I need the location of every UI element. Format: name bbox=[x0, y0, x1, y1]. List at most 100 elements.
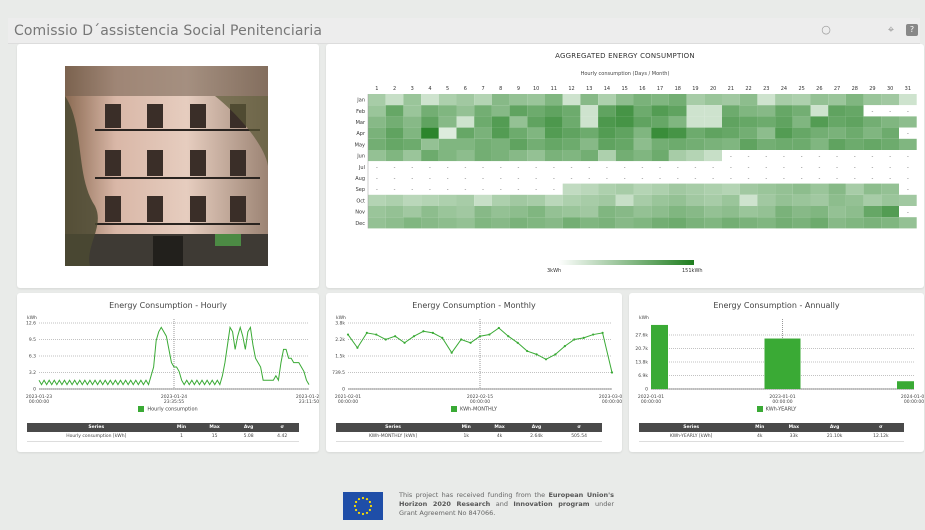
heatmap-cell bbox=[545, 105, 563, 117]
heatmap-cell bbox=[491, 217, 510, 229]
heatmap-cell-missing: - bbox=[907, 210, 909, 216]
monthly-legend[interactable]: KWh-MONTHLY bbox=[326, 406, 622, 413]
heatmap-cell bbox=[633, 127, 652, 139]
x-tick-time: 00:00:00 bbox=[602, 399, 622, 405]
heatmap-cell bbox=[863, 94, 882, 106]
heatmap-cell bbox=[474, 150, 492, 162]
heatmap-cell-missing: - bbox=[748, 154, 750, 160]
heatmap-cell bbox=[509, 206, 528, 218]
heatmap-cell bbox=[704, 217, 722, 229]
heatmap-day-label: 31 bbox=[905, 86, 911, 92]
th-avg: Avg bbox=[231, 423, 266, 432]
data-point bbox=[507, 335, 510, 338]
heatmap-cell-missing: - bbox=[553, 165, 555, 171]
heatmap-cell-missing: - bbox=[783, 176, 785, 182]
heatmap-cell bbox=[633, 194, 652, 206]
heatmap-cell bbox=[580, 183, 599, 195]
heatmap-cell-missing: - bbox=[535, 165, 537, 171]
annual-legend[interactable]: KWh-YEARLY bbox=[629, 406, 924, 413]
heatmap-cell bbox=[580, 138, 599, 150]
td-min: 1k bbox=[450, 432, 483, 442]
eu-star bbox=[354, 508, 358, 512]
heatmap-cell bbox=[668, 183, 687, 195]
heatmap-cell bbox=[545, 150, 563, 162]
heatmap-cell bbox=[739, 217, 758, 229]
heatmap-cell bbox=[474, 94, 492, 106]
heatmap-cell bbox=[739, 138, 758, 150]
td-sigma: 4.42 bbox=[265, 432, 299, 442]
heatmap-cell bbox=[633, 206, 652, 218]
heatmap-month-label: Jul bbox=[358, 165, 365, 171]
heatmap-cell bbox=[810, 94, 829, 106]
heatmap-cell bbox=[615, 194, 634, 206]
heatmap-cell-missing: - bbox=[695, 176, 697, 182]
info-icon[interactable]: ? bbox=[906, 24, 918, 36]
heatmap-cell bbox=[527, 116, 545, 128]
heatmap-day-label: 23 bbox=[763, 86, 769, 92]
fullscreen-icon[interactable]: ⌖ bbox=[885, 24, 897, 36]
heatmap-cell bbox=[757, 127, 776, 139]
heatmap-cell bbox=[668, 194, 687, 206]
th-sigma: σ bbox=[556, 423, 602, 432]
heatmap-cell bbox=[598, 138, 616, 150]
heatmap-cell bbox=[775, 194, 793, 206]
heatmap-cell bbox=[456, 150, 475, 162]
heatmap-cell bbox=[651, 138, 669, 150]
y-unit-label: kWh bbox=[639, 315, 649, 321]
heatmap-cell-missing: - bbox=[464, 187, 466, 193]
data-point bbox=[375, 333, 378, 336]
heatmap-cell bbox=[474, 206, 492, 218]
heatmap-cell-missing: - bbox=[748, 176, 750, 182]
heatmap-cell-missing: - bbox=[518, 187, 520, 193]
heatmap-cell-missing: - bbox=[376, 165, 378, 171]
data-point bbox=[592, 333, 595, 336]
heatmap-chart: 1 2 3 4 5 6 7 8 9 10 11 12 13 14 15 16 17 18 19 20 21 22 23 24 2… bbox=[355, 86, 917, 229]
heatmap-month-label: Apr bbox=[356, 131, 366, 137]
funding-notice: This project has received funding from t… bbox=[399, 491, 614, 518]
heatmap-cell-missing: - bbox=[854, 176, 856, 182]
heatmap-cell-missing: - bbox=[411, 176, 413, 182]
heatmap-cell bbox=[615, 183, 634, 195]
heatmap-cell-missing: - bbox=[907, 165, 909, 171]
heatmap-day-label: 17 bbox=[657, 86, 663, 92]
heatmap-cell bbox=[863, 194, 882, 206]
heatmap-cell bbox=[456, 105, 475, 117]
td-max: 4k bbox=[482, 432, 517, 442]
heatmap-cell-missing: - bbox=[818, 176, 820, 182]
heatmap-cell bbox=[651, 150, 669, 162]
heatmap-cell bbox=[491, 94, 510, 106]
heatmap-cell bbox=[580, 105, 599, 117]
heatmap-scale-min: 3kWh bbox=[547, 268, 562, 274]
y-tick-label: 2.2k bbox=[335, 337, 345, 343]
heatmap-cell bbox=[757, 206, 776, 218]
heatmap-cell bbox=[845, 105, 864, 117]
data-point bbox=[563, 345, 566, 348]
heatmap-cell bbox=[456, 217, 475, 229]
eu-star bbox=[357, 511, 361, 515]
y-tick-label: 1.5k bbox=[335, 354, 345, 360]
heatmap-cell bbox=[403, 127, 422, 139]
heatmap-cell bbox=[491, 150, 510, 162]
heatmap-cell bbox=[722, 127, 740, 139]
heatmap-cell bbox=[615, 116, 634, 128]
heatmap-cell bbox=[881, 94, 899, 106]
hourly-legend[interactable]: Hourly consumption bbox=[17, 406, 319, 413]
heatmap-cell bbox=[598, 94, 616, 106]
heatmap-cell-missing: - bbox=[889, 154, 891, 160]
heatmap-cell bbox=[474, 194, 492, 206]
heatmap-cell bbox=[899, 116, 917, 128]
heatmap-cell bbox=[368, 217, 386, 229]
heatmap-cell bbox=[545, 194, 563, 206]
data-point bbox=[450, 351, 453, 354]
heatmap-cell bbox=[775, 206, 793, 218]
y-tick-label: 6.9k bbox=[638, 373, 648, 379]
heatmap-cell bbox=[562, 206, 581, 218]
td-avg: 5.08 bbox=[231, 432, 266, 442]
heatmap-cell bbox=[456, 116, 475, 128]
heatmap-cell bbox=[828, 94, 846, 106]
heatmap-cell-missing: - bbox=[907, 131, 909, 137]
refresh-icon[interactable]: ○ bbox=[820, 24, 832, 36]
heatmap-panel: AGGREGATED ENERGY CONSUMPTION Hourly con… bbox=[326, 44, 924, 288]
heatmap-cell bbox=[704, 194, 722, 206]
heatmap-cell bbox=[845, 116, 864, 128]
